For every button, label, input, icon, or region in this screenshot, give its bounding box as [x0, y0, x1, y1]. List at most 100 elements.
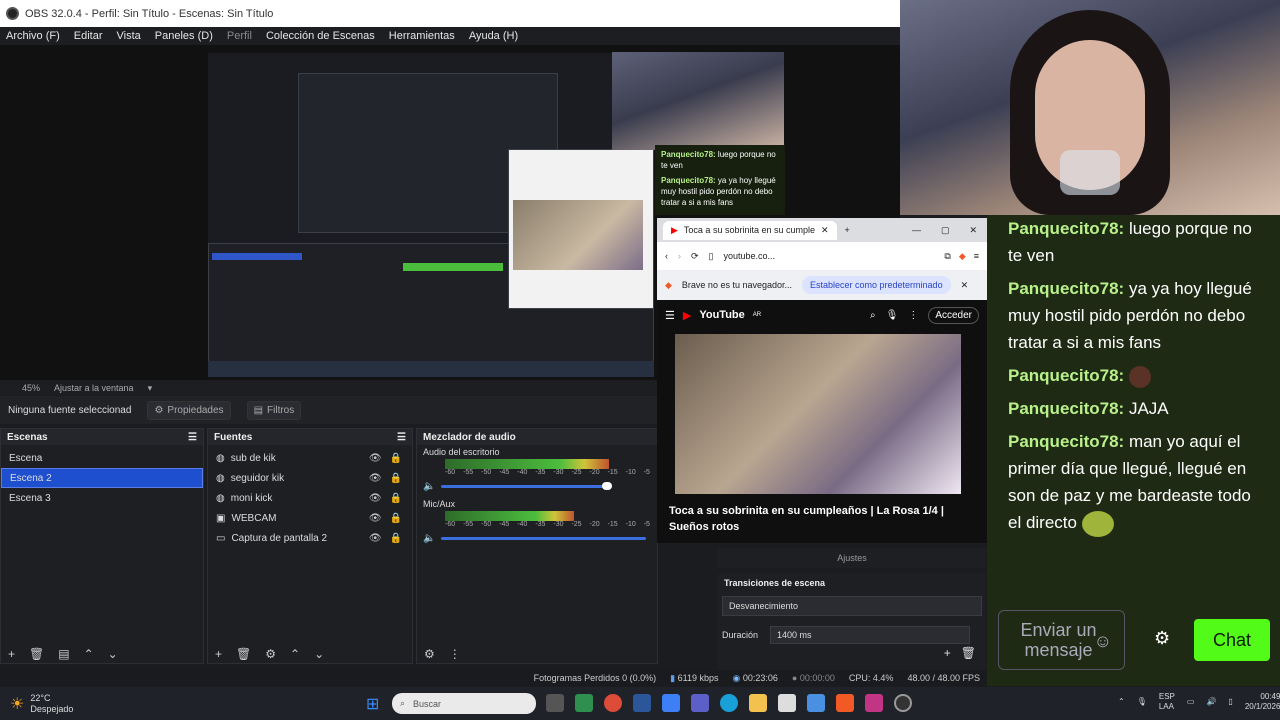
windows-start-icon[interactable]: ⊞ — [366, 694, 379, 714]
chrome-icon[interactable] — [604, 694, 622, 712]
network-icon[interactable]: ▭ — [1187, 697, 1195, 707]
video-thumbnail[interactable] — [675, 334, 961, 494]
eye-icon[interactable]: 👁 — [369, 453, 382, 464]
lock-icon[interactable]: 🔒 — [390, 473, 402, 484]
scene-item[interactable]: Escena — [1, 448, 203, 468]
trash-icon[interactable]: 🗑 — [961, 646, 976, 660]
language-indicator[interactable]: ESP LAA — [1159, 692, 1175, 712]
edge-icon[interactable] — [720, 694, 738, 712]
brave-icon[interactable] — [836, 694, 854, 712]
speaker-icon[interactable]: 🔈 — [423, 481, 435, 492]
lock-icon[interactable]: 🔒 — [390, 493, 402, 504]
close-icon[interactable]: ✕ — [821, 225, 829, 236]
taskview-icon[interactable] — [546, 694, 564, 712]
reload-icon[interactable]: ⟳ — [691, 251, 699, 262]
volume-slider[interactable] — [441, 482, 646, 490]
add-icon[interactable]: + — [215, 647, 222, 661]
taskbar-search[interactable]: ⌕ Buscar — [392, 693, 536, 714]
clock[interactable]: 00:49 20/1/2026 — [1245, 692, 1280, 712]
battery-icon[interactable]: ▯ — [1228, 697, 1232, 707]
signin-button[interactable]: Acceder — [928, 306, 979, 324]
filter-icon[interactable]: ▤ — [58, 647, 69, 661]
menu-editar[interactable]: Editar — [74, 30, 103, 42]
video-title[interactable]: Toca a su sobrinita en su cumpleaños | L… — [669, 503, 969, 535]
chevron-down-icon[interactable]: ▾ — [148, 383, 153, 394]
menu-herramientas[interactable]: Herramientas — [389, 30, 455, 42]
scene-item[interactable]: Escena 3 — [1, 488, 203, 508]
chat-input[interactable]: Enviar un mensaje ☺ — [998, 610, 1125, 670]
menu-icon[interactable]: ≡ — [974, 251, 979, 262]
obs-icon[interactable] — [894, 694, 912, 712]
menu-archivo[interactable]: Archivo (F) — [6, 30, 60, 42]
source-item[interactable]: ▭ Captura de pantalla 2 👁 🔒 — [208, 528, 412, 548]
menu-perfil[interactable]: Perfil — [227, 30, 252, 42]
lock-icon[interactable]: 🔒 — [390, 453, 402, 464]
teams-icon[interactable] — [691, 694, 709, 712]
speaker-icon[interactable]: 🔈 — [423, 533, 435, 544]
app-icon[interactable] — [662, 694, 680, 712]
weather-widget[interactable]: ☀ 22°C Despejado — [10, 693, 73, 715]
dock-menu-icon[interactable]: ☰ — [397, 432, 406, 443]
maximize-icon[interactable]: ▢ — [941, 225, 950, 236]
scene-item-selected[interactable]: Escena 2 — [1, 468, 203, 488]
source-item[interactable]: ◍ moni kick 👁 🔒 — [208, 488, 412, 508]
trash-icon[interactable]: 🗑 — [236, 647, 251, 661]
youtube-logo[interactable]: YouTube — [699, 309, 744, 321]
menu-vista[interactable]: Vista — [117, 30, 141, 42]
hamburger-icon[interactable]: ☰ — [665, 309, 675, 322]
zoom-fit[interactable]: Ajustar a la ventana — [54, 383, 134, 393]
add-icon[interactable]: + — [944, 646, 951, 660]
volume-icon[interactable]: 🔊 — [1206, 697, 1216, 707]
properties-button[interactable]: ⚙ Propiedades — [147, 400, 231, 420]
source-item[interactable]: ▣ WEBCAM 👁 🔒 — [208, 508, 412, 528]
eye-icon[interactable]: 👁 — [369, 493, 382, 504]
dock-menu-icon[interactable]: ☰ — [188, 432, 197, 443]
chat-send-button[interactable]: Chat — [1194, 619, 1270, 661]
mic-icon[interactable]: 🎙 — [1137, 697, 1147, 707]
brave-shield-icon[interactable]: ◆ — [959, 251, 966, 262]
menu-paneles[interactable]: Paneles (D) — [155, 30, 213, 42]
zoom-percent[interactable]: 45% — [22, 383, 40, 393]
program-preview[interactable] — [208, 53, 654, 377]
arrow-up-icon[interactable]: ⌃ — [84, 647, 94, 661]
transition-select[interactable]: Desvanecimiento — [722, 596, 982, 616]
emoji-icon[interactable]: ☺ — [1094, 631, 1112, 651]
add-icon[interactable]: + — [8, 647, 15, 661]
app-icon[interactable] — [807, 694, 825, 712]
lock-icon[interactable]: 🔒 — [390, 513, 402, 524]
chevron-up-icon[interactable]: ⌃ — [1118, 697, 1125, 707]
address-bar[interactable]: youtube.co... — [724, 251, 776, 261]
back-icon[interactable]: ‹ — [665, 251, 668, 261]
close-icon[interactable]: ✕ — [961, 280, 969, 291]
close-window-icon[interactable]: ✕ — [969, 225, 977, 236]
source-item[interactable]: ◍ seguidor kik 👁 🔒 — [208, 468, 412, 488]
gear-icon[interactable]: ⚙ — [424, 647, 435, 661]
browser-tab[interactable]: ▶ Toca a su sobrinita en su cumple ✕ — [663, 220, 837, 240]
store-icon[interactable] — [778, 694, 796, 712]
filters-button[interactable]: ▤ Filtros — [246, 400, 302, 420]
volume-slider[interactable] — [441, 534, 647, 542]
trash-icon[interactable]: 🗑 — [29, 647, 44, 661]
more-icon[interactable]: ⋮ — [449, 647, 461, 661]
eye-icon[interactable]: 👁 — [369, 513, 382, 524]
bookmark-icon[interactable]: ▯ — [709, 251, 714, 262]
more-icon[interactable]: ⋮ — [908, 310, 918, 321]
lock-icon[interactable]: 🔒 — [390, 533, 402, 544]
arrow-down-icon[interactable]: ⌄ — [108, 647, 118, 661]
source-item[interactable]: ◍ sub de kik 👁 🔒 — [208, 448, 412, 468]
folder-icon[interactable] — [749, 694, 767, 712]
mic-icon[interactable]: 🎙 — [886, 310, 899, 321]
menu-coleccion[interactable]: Colección de Escenas — [266, 30, 375, 42]
instagram-icon[interactable] — [865, 694, 883, 712]
extension-icon[interactable]: ⧉ — [944, 251, 950, 262]
duration-input[interactable]: 1400 ms — [770, 626, 971, 644]
app-icon[interactable] — [575, 694, 593, 712]
menu-ayuda[interactable]: Ayuda (H) — [469, 30, 518, 42]
arrow-down-icon[interactable]: ⌄ — [314, 647, 324, 661]
arrow-up-icon[interactable]: ⌃ — [290, 647, 300, 661]
new-tab-icon[interactable]: + — [845, 225, 850, 235]
forward-icon[interactable]: › — [678, 251, 681, 261]
search-icon[interactable]: ⌕ — [870, 310, 876, 321]
set-default-button[interactable]: Establecer como predeterminado — [802, 276, 951, 294]
gear-icon[interactable]: ⚙ — [265, 647, 276, 661]
